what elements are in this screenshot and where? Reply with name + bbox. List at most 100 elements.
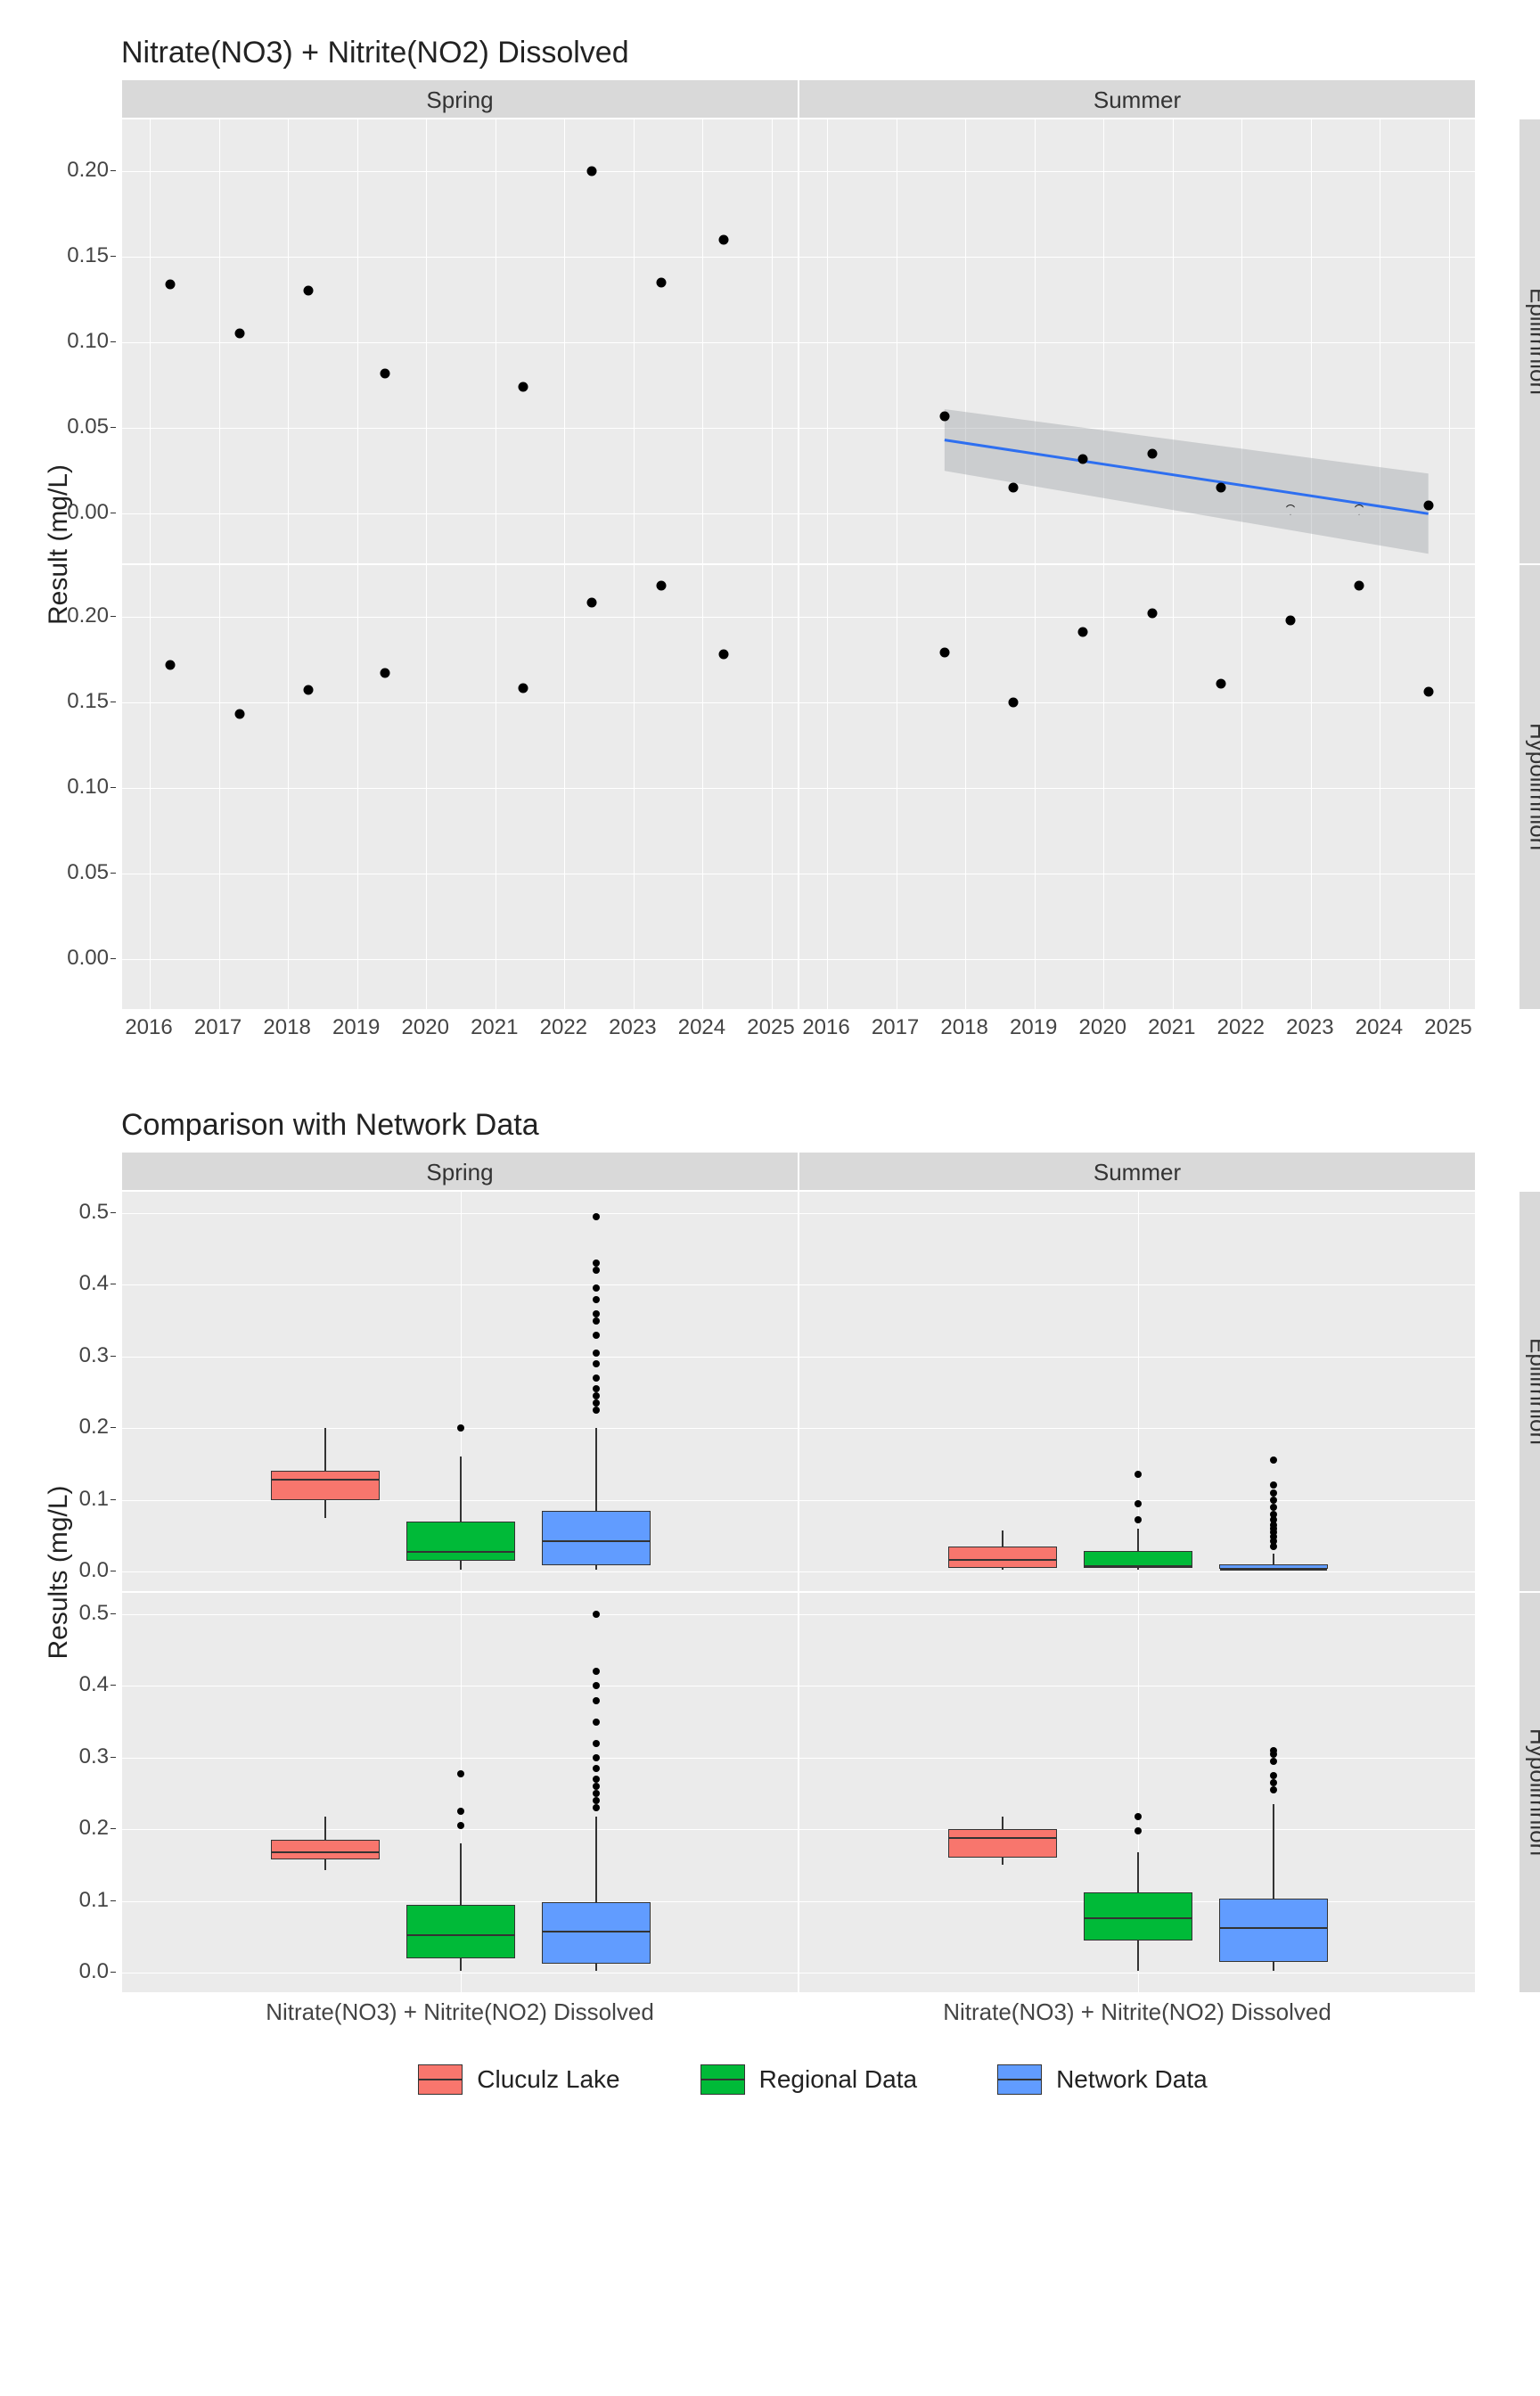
row-strip-hypolimnion-b: Hypolimnion: [1519, 1592, 1540, 1993]
panel-summer-hypolimnion: [799, 564, 1476, 1010]
outlier-point: [593, 1332, 600, 1339]
outlier-point: [593, 1385, 600, 1392]
data-point: [380, 669, 389, 678]
outlier-point: [593, 1790, 600, 1797]
box-network-data: [542, 1902, 651, 1964]
data-point: [166, 279, 176, 289]
data-point: [304, 685, 314, 695]
outlier-point: [1270, 1779, 1277, 1786]
outlier-point: [593, 1213, 600, 1220]
outlier-point: [1135, 1516, 1142, 1523]
box-facet-grid: Results (mg/L) Spring Summer Epilimnion …: [121, 1152, 1517, 2038]
outlier-point: [593, 1296, 600, 1303]
y-axis-hypolimnion: 0.000.050.100.150.20: [36, 564, 116, 1010]
data-point: [587, 598, 597, 608]
outlier-point: [1270, 1511, 1277, 1518]
box-network-data: [542, 1511, 651, 1566]
col-strip-spring-b: Spring: [121, 1152, 799, 1191]
box-regional-data: [406, 1905, 515, 1958]
outlier-point: [1135, 1500, 1142, 1507]
boxpanel-summer-epilimnion: [799, 1191, 1476, 1592]
boxpanel-summer-hypolimnion: [799, 1592, 1476, 1993]
data-point: [1147, 608, 1157, 618]
swatch-network-icon: [997, 2064, 1042, 2095]
data-point: [1077, 628, 1087, 637]
outlier-point: [1135, 1471, 1142, 1478]
swatch-cluculz-icon: [418, 2064, 463, 2095]
x-axis-spring: 2016201720182019202020212022202320242025: [121, 1010, 799, 1054]
box-cluculz-lake: [271, 1840, 380, 1859]
outlier-point: [1135, 1827, 1142, 1834]
box-regional-data: [1084, 1892, 1192, 1941]
data-point: [234, 710, 244, 719]
col-strip-summer: Summer: [799, 79, 1476, 119]
outlier-point: [593, 1776, 600, 1783]
outlier-point: [593, 1765, 600, 1772]
col-strip-row: Spring Summer: [121, 79, 1517, 119]
bottom-chart-title: Comparison with Network Data: [121, 1108, 1504, 1143]
data-point: [1216, 678, 1226, 688]
outlier-point: [593, 1740, 600, 1747]
panel-spring-epilimnion: [121, 119, 799, 564]
outlier-point: [593, 1804, 600, 1811]
box-row-hypolimnion: Hypolimnion 0.00.10.20.30.40.5: [121, 1592, 1517, 1993]
data-point: [656, 277, 666, 287]
data-point: [1009, 697, 1019, 707]
top-chart-title: Nitrate(NO3) + Nitrite(NO2) Dissolved: [121, 36, 1504, 70]
outlier-point: [593, 1310, 600, 1317]
outlier-point: [457, 1822, 464, 1829]
outlier-point: [593, 1407, 600, 1414]
outlier-point: [1270, 1504, 1277, 1511]
x-axis-bottom: Nitrate(NO3) + Nitrite(NO2) Dissolved Ni…: [121, 1993, 1517, 2038]
outlier-point: [1270, 1489, 1277, 1497]
row-strip-hypolimnion: Hypolimnion: [1519, 564, 1540, 1010]
data-point: [304, 286, 314, 296]
outlier-point: [1135, 1813, 1142, 1820]
data-point: [166, 660, 176, 669]
x-axis-top: 2016201720182019202020212022202320242025…: [121, 1010, 1517, 1054]
row-strip-epilimnion-b: Epilimnion: [1519, 1191, 1540, 1592]
boxpanel-spring-epilimnion: [121, 1191, 799, 1592]
col-strip-summer-b: Summer: [799, 1152, 1476, 1191]
data-point: [1077, 454, 1087, 464]
data-point: [939, 411, 949, 421]
outlier-point: [593, 1797, 600, 1804]
outlier-point: [1270, 1747, 1277, 1754]
y-axis-epilimnion: 0.000.050.100.150.20: [36, 119, 116, 564]
panel-spring-hypolimnion: [121, 564, 799, 1010]
boxpanel-spring-hypolimnion: [121, 1592, 799, 1993]
outlier-point: [1270, 1481, 1277, 1489]
data-point: [234, 329, 244, 339]
box-cluculz-lake: [271, 1471, 380, 1499]
outlier-point: [593, 1697, 600, 1704]
legend-item-regional: Regional Data: [700, 2064, 917, 2095]
outlier-point: [593, 1260, 600, 1267]
box-cluculz-lake: [948, 1829, 1057, 1858]
outlier-point: [457, 1770, 464, 1777]
x-axis-box-summer: Nitrate(NO3) + Nitrite(NO2) Dissolved: [799, 1993, 1476, 2038]
outlier-point: [593, 1611, 600, 1618]
outlier-point: [593, 1284, 600, 1292]
data-point: [380, 368, 389, 378]
outlier-point: [1270, 1456, 1277, 1464]
legend: Cluculz Lake Regional Data Network Data: [121, 2064, 1504, 2095]
data-point: [656, 581, 666, 591]
box-network-data: [1219, 1899, 1328, 1962]
box-cluculz-lake: [948, 1547, 1057, 1568]
swatch-regional-icon: [700, 2064, 745, 2095]
outlier-point: [457, 1424, 464, 1432]
outlier-point: [593, 1682, 600, 1689]
scatter-facet-grid: Result (mg/L) Spring Summer Epilimnion 0…: [121, 79, 1517, 1054]
data-point: [587, 166, 597, 176]
data-point: [1216, 483, 1226, 493]
outlier-point: [457, 1808, 464, 1815]
outlier-point: [1270, 1786, 1277, 1793]
outlier-point: [593, 1392, 600, 1399]
data-point: [718, 234, 728, 244]
data-point: [1423, 500, 1433, 510]
panel-summer-epilimnion: [799, 119, 1476, 564]
outlier-point: [593, 1350, 600, 1357]
data-point: [518, 684, 528, 693]
data-point: [718, 650, 728, 660]
y-axis-box-hypolimnion: 0.00.10.20.30.40.5: [36, 1592, 116, 1993]
